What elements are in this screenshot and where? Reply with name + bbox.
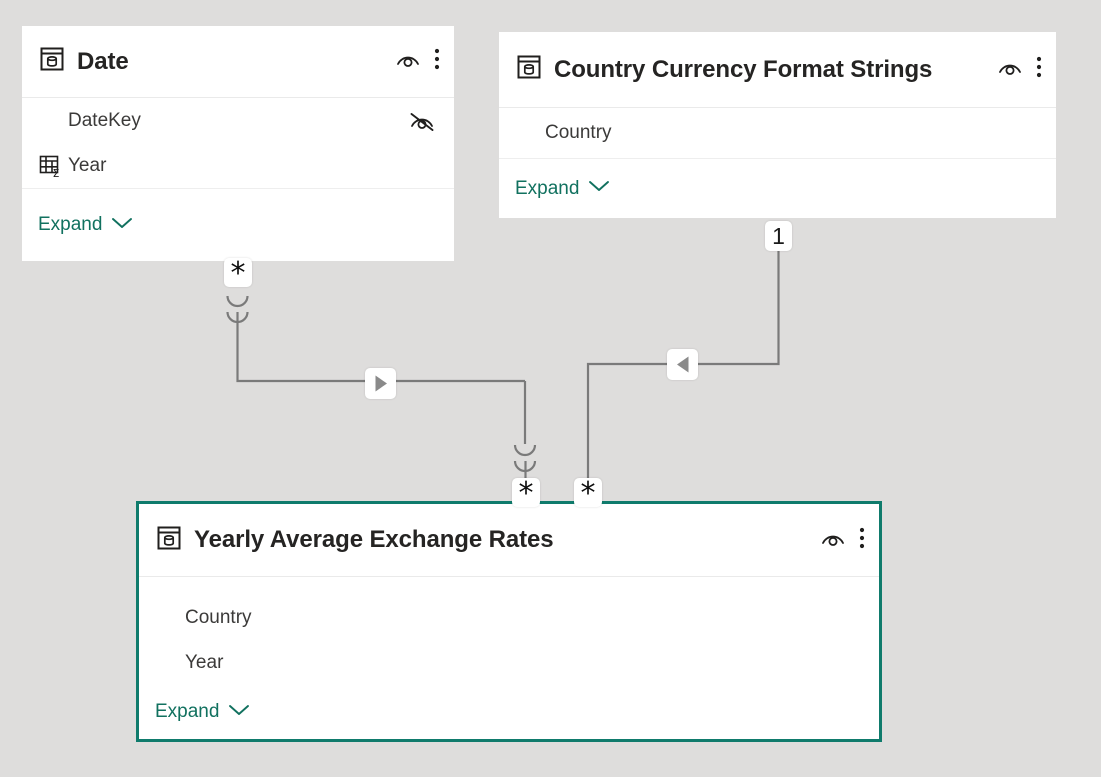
expand-row-date[interactable]: Expand [22,188,454,261]
one-glyph: 1 [772,222,785,249]
cross-filter-arrow-date[interactable] [365,368,396,399]
chevron-down-icon [111,216,133,235]
cross-filter-arrow-currency[interactable] [667,349,698,380]
more-options-icon[interactable] [859,526,865,555]
table-database-icon [38,45,66,78]
asterisk-icon: * [230,255,246,291]
field-label: Country [185,607,252,628]
cardinality-badge-currency-one[interactable]: 1 [765,221,792,251]
table-card-date[interactable]: Date DateKey Σ Year Expand [22,26,454,261]
asterisk-icon: * [518,475,534,511]
cardinality-badge-exchange-many-right[interactable]: * [574,475,602,511]
field-label: Country [545,122,612,143]
table-card-yearly-average-exchange-rates[interactable]: Yearly Average Exchange Rates Country Ye… [136,501,882,742]
chevron-down-icon [228,703,250,722]
table-title: Date [77,47,129,75]
cardinality-badge-exchange-many-left[interactable]: * [512,475,540,511]
play-left-icon [676,356,688,373]
field-row-country[interactable]: Country [499,108,1056,158]
cardinality-arc-top [226,295,249,308]
chevron-down-icon [588,179,610,198]
table-database-icon [155,524,183,557]
cardinality-arc-bottom [226,311,249,324]
expand-row-country-currency[interactable]: Expand [499,158,1056,218]
more-options-icon[interactable] [434,47,440,76]
cardinality-arc-top-2 [513,444,537,457]
table-database-icon [515,53,543,86]
table-title: Yearly Average Exchange Rates [194,526,554,553]
field-label: Year [185,652,224,673]
cardinality-badge-date-many[interactable]: * [224,255,252,291]
eye-visible-icon[interactable] [395,49,421,74]
table-card-country-currency-format-strings[interactable]: Country Currency Format Strings Country … [499,32,1056,218]
svg-text:Σ: Σ [53,167,60,179]
summarize-table-sigma-icon: Σ [38,153,68,179]
field-row-datekey[interactable]: DateKey [22,98,454,143]
expand-label: Expand [38,214,103,235]
field-row-year[interactable]: Σ Year [22,143,454,188]
eye-visible-icon[interactable] [820,528,846,553]
eye-hidden-icon[interactable] [408,110,436,132]
field-label: DateKey [68,109,141,131]
table-header-yearly-average[interactable]: Yearly Average Exchange Rates [139,504,879,577]
eye-visible-icon[interactable] [997,57,1023,82]
table-title: Country Currency Format Strings [554,55,933,83]
play-right-icon [375,375,387,392]
field-label: Year [68,154,107,176]
expand-label: Expand [515,177,580,199]
expand-label: Expand [155,701,220,722]
asterisk-icon: * [580,475,596,511]
model-diagram-canvas[interactable]: * 1 * * Date DateKey Σ Year Expand Count… [0,0,1101,777]
expand-row-yearly-average[interactable]: Expand [139,685,879,739]
table-header-country-currency[interactable]: Country Currency Format Strings [499,32,1056,108]
more-options-icon[interactable] [1036,55,1042,84]
field-row-year[interactable]: Year [139,641,879,685]
table-header-date[interactable]: Date [22,26,454,98]
field-row-country[interactable]: Country [139,595,879,641]
cardinality-arc-bottom-2 [513,460,537,473]
